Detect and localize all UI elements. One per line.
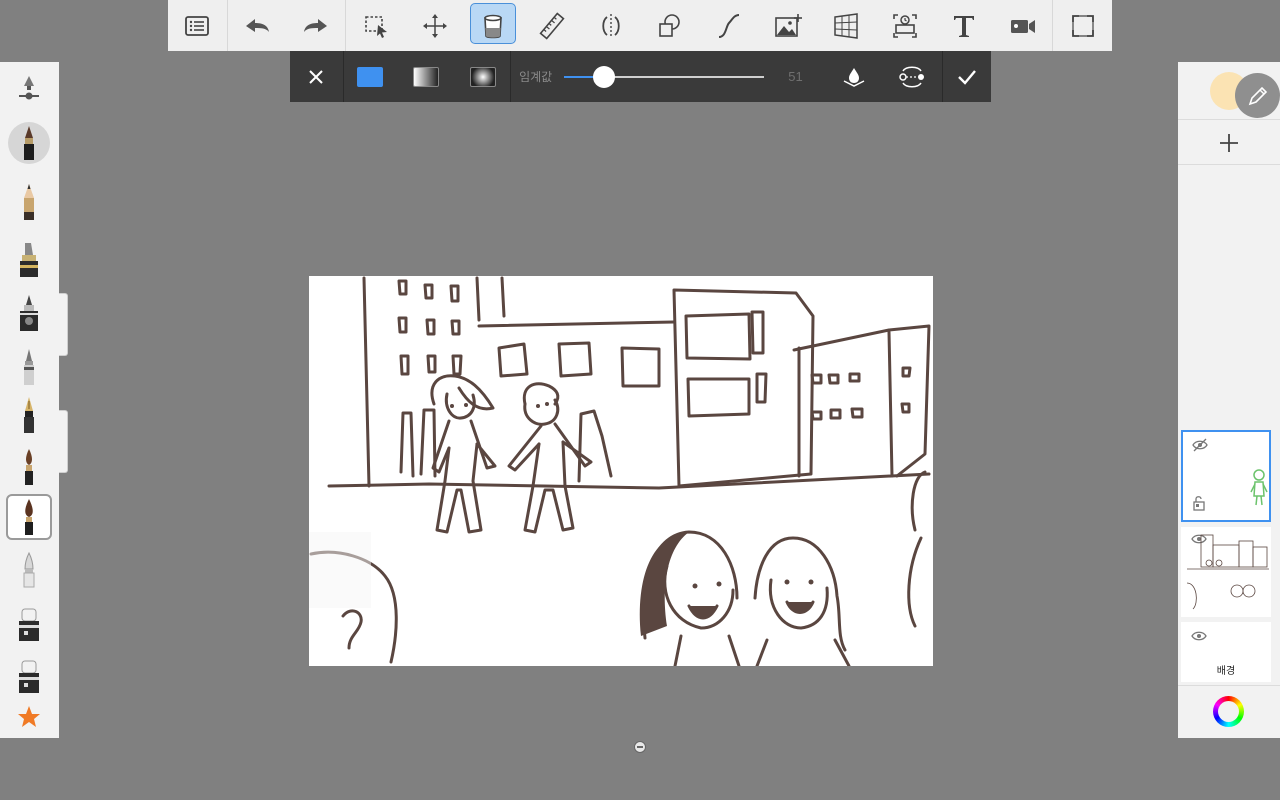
fill-bucket-icon[interactable] — [464, 0, 523, 51]
radial-gradient-swatch — [470, 66, 497, 87]
panel-divider — [1178, 685, 1280, 686]
fill-radial-gradient-button[interactable] — [456, 51, 510, 102]
perspective-icon[interactable] — [817, 0, 876, 51]
threshold-label: 임계값 — [519, 70, 553, 84]
transform-icon[interactable] — [405, 0, 464, 51]
slider-thumb[interactable] — [593, 65, 616, 88]
visible-eye-icon[interactable] — [1191, 630, 1207, 642]
symmetry-icon[interactable] — [582, 0, 641, 51]
lock-open-icon[interactable] — [1193, 495, 1205, 511]
fill-options-bar: 임계값 51 — [290, 51, 991, 102]
brush-palette-tab-lower[interactable] — [59, 410, 68, 473]
eraser-icon[interactable] — [6, 602, 52, 648]
canvas-sketch — [309, 276, 931, 666]
add-layer-icon[interactable] — [1208, 126, 1250, 160]
drawing-canvas[interactable] — [309, 276, 933, 666]
layer-preview-figure — [1250, 469, 1268, 506]
list-icon[interactable] — [168, 0, 227, 51]
hidden-eye-icon[interactable] — [1192, 438, 1208, 452]
fill-solid-button[interactable] — [344, 51, 397, 102]
background-layer-label: 배경 — [1216, 666, 1236, 677]
layer-thumbnail-background[interactable]: 배경 — [1181, 622, 1271, 682]
marker-brush-icon[interactable] — [6, 236, 52, 282]
pencil-brush-icon[interactable] — [6, 179, 52, 225]
layer-thumbnail-top[interactable] — [1181, 430, 1271, 522]
text-icon[interactable] — [935, 0, 994, 51]
watercolor-brush-icon[interactable] — [6, 494, 52, 540]
pencil-icon[interactable] — [1235, 73, 1280, 118]
threshold-slider[interactable] — [564, 62, 765, 92]
fill-flow-icon[interactable] — [882, 51, 942, 102]
panel-divider — [1178, 119, 1280, 120]
star-icon[interactable] — [6, 694, 52, 740]
stroke-icon[interactable] — [699, 0, 758, 51]
sample-all-layers-icon[interactable] — [825, 51, 883, 102]
layer-thumbnail-drawing[interactable] — [1181, 527, 1271, 617]
ruler-icon[interactable] — [523, 0, 582, 51]
linear-gradient-swatch — [413, 66, 440, 87]
airbrush-icon[interactable] — [6, 548, 52, 594]
time-lapse-icon[interactable] — [876, 0, 935, 51]
fill-bar-divider — [510, 51, 512, 102]
redo-icon[interactable] — [287, 0, 346, 51]
solid-fill-swatch — [357, 66, 384, 87]
panel-divider — [1178, 164, 1280, 165]
paintbrush-icon[interactable] — [6, 444, 52, 490]
confirm-check-icon[interactable] — [943, 51, 991, 102]
brush-palette-tab-upper[interactable] — [59, 293, 68, 356]
shapes-icon[interactable] — [640, 0, 699, 51]
ballpoint-brush-icon[interactable] — [6, 344, 52, 390]
color-wheel-icon[interactable] — [1213, 696, 1244, 727]
fullscreen-icon[interactable] — [1053, 0, 1112, 51]
layer-preview-sketch — [1186, 534, 1269, 610]
fountain-pen-icon[interactable] — [6, 392, 52, 438]
brush-settings-icon[interactable] — [6, 66, 52, 112]
canvas-handle-icon[interactable] — [634, 741, 646, 753]
undo-icon[interactable] — [228, 0, 287, 51]
add-image-icon[interactable] — [758, 0, 817, 51]
brush-palette — [0, 62, 59, 738]
video-icon[interactable] — [993, 0, 1052, 51]
selection-icon[interactable] — [346, 0, 405, 51]
fineliner-brush-icon[interactable] — [6, 290, 52, 336]
ink-brush-icon[interactable] — [6, 120, 52, 166]
fill-linear-gradient-button[interactable] — [397, 51, 457, 102]
close-icon[interactable] — [290, 51, 343, 102]
threshold-value: 51 — [788, 69, 803, 84]
main-toolbar — [168, 0, 1112, 51]
